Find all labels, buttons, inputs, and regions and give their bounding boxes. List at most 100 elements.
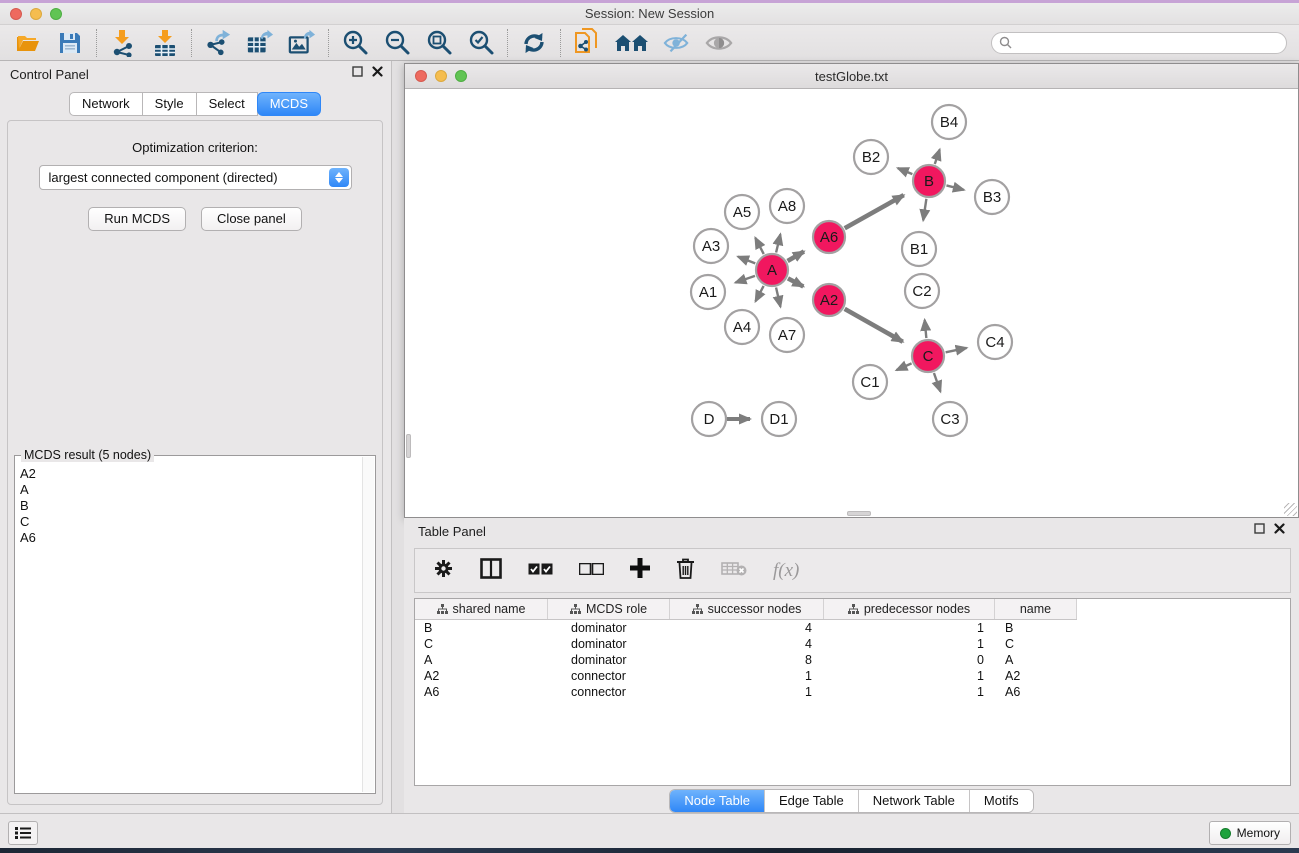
close-panel-icon[interactable] bbox=[372, 66, 383, 77]
zoom-fit-icon[interactable] bbox=[425, 29, 453, 57]
canvas-horizontal-scrollbar[interactable] bbox=[847, 511, 871, 516]
node-A1[interactable]: A1 bbox=[691, 275, 725, 309]
table-cell[interactable]: C bbox=[415, 637, 548, 651]
edge-C-C3[interactable] bbox=[934, 373, 941, 392]
table-cell[interactable]: 4 bbox=[670, 621, 824, 635]
edge-A-A2[interactable] bbox=[788, 278, 803, 286]
new-network-from-selection-icon[interactable] bbox=[573, 29, 601, 57]
table-row[interactable]: A2connector11A2 bbox=[415, 668, 1077, 684]
table-cell[interactable]: 1 bbox=[670, 669, 824, 683]
edge-B-B1[interactable] bbox=[923, 199, 926, 221]
edge-A-A7[interactable] bbox=[776, 288, 780, 307]
table-cell[interactable]: A6 bbox=[995, 685, 1077, 699]
memory-button[interactable]: Memory bbox=[1209, 821, 1291, 845]
node-B3[interactable]: B3 bbox=[975, 180, 1009, 214]
node-B2[interactable]: B2 bbox=[854, 140, 888, 174]
table-cell[interactable]: dominator bbox=[548, 653, 670, 667]
edge-B-B4[interactable] bbox=[935, 149, 940, 163]
close-panel-button[interactable]: Close panel bbox=[201, 207, 302, 231]
table-row[interactable]: Bdominator41B bbox=[415, 620, 1077, 636]
node-C2[interactable]: C2 bbox=[905, 274, 939, 308]
node-C1[interactable]: C1 bbox=[853, 365, 887, 399]
edge-A-A1[interactable] bbox=[735, 276, 755, 283]
criterion-select[interactable]: largest connected component (directed) bbox=[39, 165, 352, 190]
delete-column-icon[interactable] bbox=[676, 558, 695, 584]
edge-B-B3[interactable] bbox=[946, 185, 963, 189]
node-A4[interactable]: A4 bbox=[725, 310, 759, 344]
select-all-icon[interactable] bbox=[528, 562, 553, 580]
float-table-panel-icon[interactable] bbox=[1254, 523, 1265, 534]
table-cell[interactable]: 1 bbox=[824, 685, 995, 699]
node-D[interactable]: D bbox=[692, 402, 726, 436]
save-session-icon[interactable] bbox=[56, 29, 84, 57]
result-list-item[interactable]: C bbox=[16, 514, 362, 530]
edge-C-C2[interactable] bbox=[925, 320, 927, 338]
hide-selected-icon[interactable] bbox=[663, 29, 691, 57]
run-mcds-button[interactable]: Run MCDS bbox=[88, 207, 186, 231]
edge-A-A4[interactable] bbox=[756, 286, 764, 301]
table-settings-icon[interactable] bbox=[433, 558, 454, 584]
node-C3[interactable]: C3 bbox=[933, 402, 967, 436]
network-canvas[interactable]: AA1A2A3A4A5A6A7A8BB1B2B3B4CC1C2C3C4DD1 bbox=[405, 89, 1298, 517]
result-scrollbar[interactable] bbox=[362, 457, 374, 792]
close-table-panel-icon[interactable] bbox=[1274, 523, 1285, 534]
canvas-vertical-scrollbar[interactable] bbox=[406, 434, 411, 458]
search-field[interactable] bbox=[991, 32, 1287, 54]
table-cell[interactable]: 4 bbox=[670, 637, 824, 651]
node-D1[interactable]: D1 bbox=[762, 402, 796, 436]
edge-C-C1[interactable] bbox=[896, 363, 911, 370]
edge-A-A8[interactable] bbox=[776, 234, 780, 252]
tab-mcds[interactable]: MCDS bbox=[257, 92, 321, 116]
apply-layout-icon[interactable] bbox=[520, 29, 548, 57]
edge-A-A6[interactable] bbox=[788, 252, 804, 261]
table-cell[interactable]: dominator bbox=[548, 637, 670, 651]
window-resize-grip[interactable] bbox=[1284, 503, 1297, 516]
table-cell[interactable]: 8 bbox=[670, 653, 824, 667]
tab-network-table[interactable]: Network Table bbox=[858, 790, 969, 812]
table-row[interactable]: A6connector11A6 bbox=[415, 684, 1077, 700]
import-network-icon[interactable] bbox=[109, 29, 137, 57]
float-panel-icon[interactable] bbox=[352, 66, 363, 77]
table-cell[interactable]: 1 bbox=[824, 637, 995, 651]
import-table-icon[interactable] bbox=[151, 29, 179, 57]
tab-node-table[interactable]: Node Table bbox=[670, 790, 764, 812]
table-cell[interactable]: B bbox=[995, 621, 1077, 635]
table-cell[interactable]: A2 bbox=[995, 669, 1077, 683]
column-header-shared-name[interactable]: shared name bbox=[415, 599, 548, 619]
result-list-item[interactable]: A6 bbox=[16, 530, 362, 546]
open-file-icon[interactable] bbox=[14, 29, 42, 57]
add-column-icon[interactable] bbox=[630, 558, 650, 583]
table-cell[interactable]: connector bbox=[548, 685, 670, 699]
table-cell[interactable]: B bbox=[415, 621, 548, 635]
tab-edge-table[interactable]: Edge Table bbox=[764, 790, 858, 812]
node-A7[interactable]: A7 bbox=[770, 318, 804, 352]
node-A5[interactable]: A5 bbox=[725, 195, 759, 229]
export-table-icon[interactable] bbox=[246, 29, 274, 57]
table-cell[interactable]: connector bbox=[548, 669, 670, 683]
edge-C-C4[interactable] bbox=[946, 348, 967, 352]
deselect-all-icon[interactable] bbox=[579, 562, 604, 580]
table-cell[interactable]: 1 bbox=[824, 669, 995, 683]
node-C[interactable]: C bbox=[912, 340, 944, 372]
first-neighbors-icon[interactable] bbox=[615, 29, 649, 57]
export-network-icon[interactable] bbox=[204, 29, 232, 57]
edge-A6-B[interactable] bbox=[845, 195, 904, 228]
node-A2[interactable]: A2 bbox=[813, 284, 845, 316]
node-A8[interactable]: A8 bbox=[770, 189, 804, 223]
table-cell[interactable]: A bbox=[995, 653, 1077, 667]
node-C4[interactable]: C4 bbox=[978, 325, 1012, 359]
search-input[interactable] bbox=[1017, 36, 1279, 50]
node-A6[interactable]: A6 bbox=[813, 221, 845, 253]
result-list-item[interactable]: A bbox=[16, 482, 362, 498]
show-all-icon[interactable] bbox=[705, 29, 733, 57]
table-cell[interactable]: A6 bbox=[415, 685, 548, 699]
task-history-button[interactable] bbox=[8, 821, 38, 845]
column-header-MCDS-role[interactable]: MCDS role bbox=[548, 599, 670, 619]
table-cell[interactable]: 0 bbox=[824, 653, 995, 667]
zoom-in-icon[interactable] bbox=[341, 29, 369, 57]
node-A3[interactable]: A3 bbox=[694, 229, 728, 263]
column-header-name[interactable]: name bbox=[995, 599, 1077, 619]
table-cell[interactable]: 1 bbox=[670, 685, 824, 699]
result-list-item[interactable]: B bbox=[16, 498, 362, 514]
column-header-predecessor-nodes[interactable]: predecessor nodes bbox=[824, 599, 995, 619]
